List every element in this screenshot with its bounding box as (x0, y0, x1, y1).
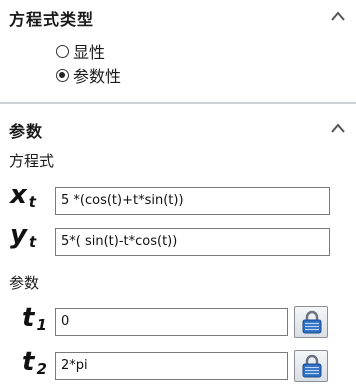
x-var: x (10, 180, 27, 210)
t2-sub: 2 (36, 360, 47, 378)
y-var: y (10, 220, 27, 250)
equation-driven-curve-panel: 方程式类型 显性 参数性 参数 方程式 xt 5 *(cos(t)+t*sin(… (0, 0, 356, 391)
t2-lock-button[interactable] (294, 350, 328, 382)
x-sub: t (28, 193, 36, 211)
radio-parametric-label: 参数性 (73, 67, 122, 86)
x-t-label: xt (10, 180, 36, 211)
equation-type-title: 方程式类型 (9, 10, 95, 29)
t1-label: t1 (22, 303, 47, 334)
t1-sub: 1 (36, 316, 47, 334)
equation-type-header[interactable]: 方程式类型 (0, 0, 356, 30)
t2-label: t2 (22, 347, 47, 378)
t2-var: t (22, 347, 35, 377)
y-equation-input[interactable]: 5*( sin(t)-t*cos(t)) (55, 228, 330, 256)
radio-parametric-circle[interactable] (56, 68, 69, 82)
t1-input[interactable]: 0 (55, 308, 288, 336)
t2-input[interactable]: 2*pi (55, 352, 288, 380)
t1-var: t (22, 303, 35, 333)
lock-icon (302, 354, 322, 378)
radio-parametric[interactable]: 参数性 (56, 64, 121, 86)
chevron-up-icon[interactable] (330, 120, 346, 134)
lock-icon (302, 310, 322, 334)
params-label: 参数 (9, 274, 40, 292)
radio-explicit-circle[interactable] (56, 44, 69, 58)
y-sub: t (28, 233, 37, 251)
chevron-up-icon[interactable] (330, 8, 346, 22)
t1-lock-button[interactable] (294, 306, 328, 338)
params-header[interactable]: 参数 (0, 112, 356, 142)
x-equation-input[interactable]: 5 *(cos(t)+t*sin(t)) (55, 187, 330, 215)
radio-explicit[interactable]: 显性 (56, 40, 105, 62)
section-divider (0, 102, 356, 104)
equation-label: 方程式 (9, 152, 55, 170)
y-t-label: yt (10, 220, 37, 251)
radio-explicit-label: 显性 (73, 43, 106, 62)
params-title: 参数 (9, 122, 44, 141)
